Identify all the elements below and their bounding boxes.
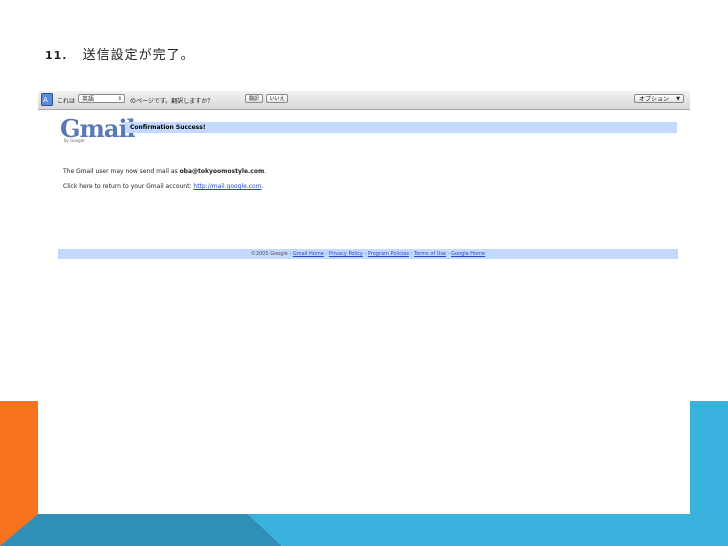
chevron-down-icon: ⇕ (117, 96, 122, 102)
confirmation-banner: Confirmation Success! (125, 122, 677, 133)
translate-icon: A (41, 93, 53, 106)
footer-link-google-home[interactable]: Google Home (451, 251, 485, 257)
slide-decoration (0, 401, 728, 546)
slide-title-text: 送信設定が完了。 (82, 48, 195, 63)
return-message: Click here to return to your Gmail accou… (63, 183, 264, 190)
gmail-logo: Gmail by Google (60, 114, 136, 144)
blue-base-right-shape (248, 401, 728, 546)
send-as-message: The Gmail user may now send mail as oba@… (63, 168, 266, 175)
footer-link-privacy-policy[interactable]: Privacy Policy (329, 251, 363, 257)
gmail-footer: ©2005 Google - Gmail Home - Privacy Poli… (58, 249, 678, 259)
orange-corner-shape (0, 401, 38, 546)
gmail-return-link[interactable]: http://mail.google.com (193, 183, 261, 190)
footer-link-terms-of-use[interactable]: Terms of Use (414, 251, 446, 257)
send-as-suffix: . (264, 168, 267, 175)
return-prefix: Click here to return to your Gmail accou… (63, 183, 194, 190)
send-as-email: oba@tokyoomostyle.com (179, 168, 265, 175)
translate-button[interactable]: 翻訳 (245, 94, 263, 103)
browser-screenshot: A これは 英語 ⇕ のページです。翻訳しますか？ 翻訳 いいえ オプション ▼… (38, 91, 690, 269)
translate-bar: A これは 英語 ⇕ のページです。翻訳しますか？ 翻訳 いいえ オプション ▼ (38, 91, 690, 110)
chevron-down-icon: ▼ (676, 96, 680, 102)
translate-prefix: これは (57, 98, 76, 105)
footer-link-program-policies[interactable]: Program Policies (368, 251, 409, 257)
return-suffix: . (261, 183, 264, 190)
language-select-value: 英語 (82, 96, 95, 103)
translate-question: のページです。翻訳しますか？ (130, 98, 214, 105)
no-translate-button[interactable]: いいえ (266, 94, 288, 103)
blue-base-left-shape (0, 514, 282, 546)
footer-link-gmail-home[interactable]: Gmail Home (293, 251, 324, 257)
options-button[interactable]: オプション ▼ (634, 94, 684, 103)
footer-copyright: ©2005 Google - (250, 251, 293, 257)
svg-text:A: A (43, 96, 48, 104)
send-as-prefix: The Gmail user may now send mail as (63, 168, 180, 175)
slide-number: 11. (45, 49, 68, 62)
options-label: オプション (639, 96, 670, 103)
language-select[interactable]: 英語 ⇕ (78, 94, 125, 103)
gmail-logo-sub: by Google (64, 138, 85, 143)
slide-title: 11. 送信設定が完了。 (45, 44, 195, 63)
